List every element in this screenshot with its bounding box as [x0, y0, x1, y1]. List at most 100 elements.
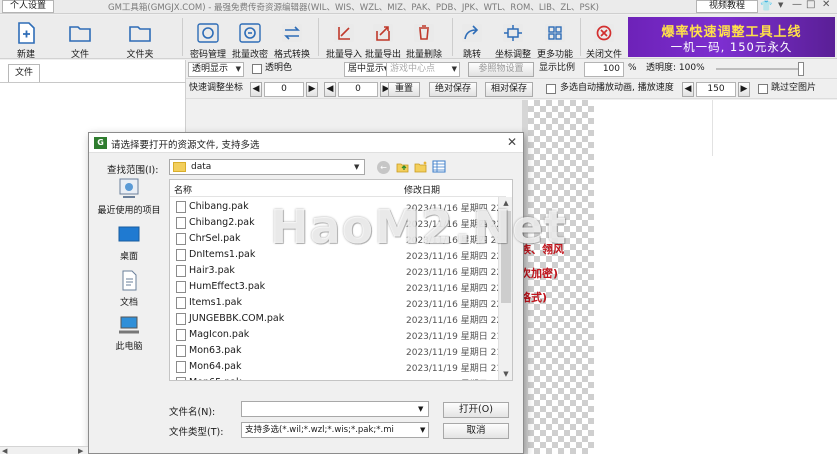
promo-banner[interactable]: 爆率快速调整工具上线 一机一码, 150元永久 — [628, 17, 835, 57]
personal-settings-button[interactable]: 个人设置 — [2, 0, 54, 13]
back-icon[interactable]: ← — [377, 161, 390, 174]
x-coord-input[interactable]: 0 — [264, 82, 304, 97]
look-in-value: data — [191, 162, 212, 172]
places-bar: 最近使用的项目 桌面 文档 此电脑 — [89, 177, 169, 397]
list-item[interactable]: Mon64.pak 2023/11/19 星期日 21 — [170, 359, 502, 375]
x-decrease-button[interactable]: ◀ — [250, 82, 262, 97]
folder-button[interactable]: 文件夹 — [118, 20, 162, 60]
close-window-button[interactable]: ✕ — [822, 0, 830, 10]
file-name: Mon65.pak — [189, 377, 242, 380]
place-this-pc-label: 此电脑 — [115, 342, 143, 352]
file-name: Chibang2.pak — [189, 217, 255, 228]
format-convert-button[interactable]: 格式转换 — [273, 20, 311, 60]
speed-increase-button[interactable]: ▶ — [738, 82, 750, 97]
coord-adjust-label: 坐标调整 — [494, 50, 531, 60]
place-documents[interactable]: 文档 — [89, 269, 169, 308]
place-this-pc[interactable]: 此电脑 — [89, 315, 169, 352]
y-coord-input[interactable]: 0 — [338, 82, 378, 97]
toolbar-divider — [318, 18, 319, 56]
file-name: Mon63.pak — [189, 345, 242, 356]
options-row-2: 快速调整坐标 ◀ 0 ▶ ◀ 0 ▶ 重置 绝对保存 相对保存 多选自动播放动画… — [186, 80, 837, 99]
absolute-save-button[interactable]: 绝对保存 — [429, 82, 477, 97]
new-folder-icon[interactable] — [414, 160, 428, 173]
batch-password-label: 批量改密 — [231, 50, 268, 60]
open-button[interactable]: 打开(O) — [443, 402, 509, 418]
reset-button[interactable]: 重置 — [388, 82, 420, 97]
dialog-close-icon[interactable]: ✕ — [507, 135, 517, 149]
cancel-button[interactable]: 取消 — [443, 423, 509, 439]
column-header-name[interactable]: 名称 — [174, 183, 192, 196]
tab-file[interactable]: 文件 — [8, 64, 40, 82]
chevron-down-icon: ▼ — [354, 163, 360, 171]
minimize-button[interactable]: — — [792, 0, 802, 10]
batch-export-button[interactable]: 批量导出 — [364, 20, 402, 60]
file-button[interactable]: 文件 — [62, 20, 98, 60]
center-display-value: 居中显示 — [348, 64, 385, 74]
close-circle-icon — [594, 24, 614, 42]
up-folder-icon[interactable] — [396, 160, 409, 173]
place-recent[interactable]: 最近使用的项目 — [89, 177, 169, 216]
center-point-select[interactable]: 游戏中心点 ▼ — [386, 62, 460, 77]
list-item[interactable]: Items1.pak 2023/11/16 星期四 22 — [170, 295, 502, 311]
column-header-date[interactable]: 修改日期 — [404, 183, 440, 196]
relative-save-button[interactable]: 相对保存 — [485, 82, 533, 97]
skip-empty-checkbox[interactable] — [758, 84, 768, 94]
speed-decrease-button[interactable]: ◀ — [682, 82, 694, 97]
skin-dropdown-icon[interactable]: ▼ — [778, 1, 783, 9]
list-item[interactable]: Mon63.pak 2023/11/19 星期日 21 — [170, 343, 503, 359]
skin-shirt-icon[interactable]: 👕 — [760, 0, 776, 13]
speed-input[interactable]: 150 — [696, 82, 736, 97]
opacity-slider-track[interactable] — [716, 68, 804, 70]
filetype-select[interactable]: 支持多选(*.wil;*.wzl;*.wis;*.pak;*.mi ▼ — [241, 422, 429, 438]
new-label: 新建 — [16, 50, 35, 60]
autoplay-checkbox[interactable] — [546, 84, 556, 94]
video-tutorial-button[interactable]: 视频教程 — [696, 0, 758, 13]
transparency-mode-select[interactable]: 透明显示 ▼ — [188, 62, 244, 77]
left-panel-scrollbar[interactable]: ◀ ▶ — [0, 446, 88, 454]
batch-delete-label: 批量删除 — [405, 50, 442, 60]
batch-export-label: 批量导出 — [364, 50, 401, 60]
toolbar-divider — [580, 18, 581, 56]
scroll-right-icon[interactable]: ▶ — [78, 447, 83, 454]
place-desktop[interactable]: 桌面 — [89, 225, 169, 262]
trash-icon — [414, 24, 434, 42]
batch-delete-button[interactable]: 批量删除 — [405, 20, 443, 60]
computer-icon — [119, 316, 139, 334]
list-item[interactable]: HumEffect3.pak 2023/11/16 星期四 22 — [170, 279, 502, 295]
transparent-color-checkbox[interactable] — [252, 64, 262, 74]
filename-label: 文件名(N): — [169, 407, 216, 418]
filename-input[interactable]: ▼ — [241, 401, 429, 417]
list-item[interactable]: Mon65.pak 2023/11/19 星期日 21 — [170, 375, 500, 380]
center-point-value: 游戏中心点 — [390, 64, 436, 74]
reference-setting-button[interactable]: 参照物设置 — [468, 62, 534, 77]
batch-password-icon — [239, 23, 261, 43]
opacity-slider-thumb[interactable] — [798, 62, 804, 76]
place-recent-label: 最近使用的项目 — [97, 206, 161, 216]
file-icon — [176, 201, 186, 213]
x-increase-button[interactable]: ▶ — [306, 82, 318, 97]
batch-password-button[interactable]: 批量改密 — [231, 20, 269, 60]
maximize-button[interactable]: □ — [806, 0, 815, 10]
password-mgmt-button[interactable]: 密码管理 — [190, 20, 226, 60]
file-date: 2023/11/19 星期日 21 — [406, 348, 503, 358]
coord-adjust-button[interactable]: 坐标调整 — [494, 20, 532, 60]
y-decrease-button[interactable]: ◀ — [324, 82, 336, 97]
scroll-down-icon[interactable]: ▼ — [499, 368, 512, 380]
jump-button[interactable]: 跳转 — [457, 20, 487, 60]
list-item[interactable]: MagIcon.pak 2023/11/19 星期日 21 — [170, 327, 502, 343]
center-display-select[interactable]: 居中显示▼ — [344, 62, 392, 77]
more-functions-button[interactable]: 更多功能 — [535, 20, 575, 60]
close-file-button[interactable]: 关闭文件 — [584, 20, 624, 60]
look-in-select[interactable]: data ▼ — [169, 159, 365, 175]
view-menu-icon[interactable] — [432, 160, 446, 173]
scroll-left-icon[interactable]: ◀ — [2, 447, 7, 454]
batch-import-button[interactable]: 批量导入 — [326, 20, 362, 60]
display-ratio-input[interactable]: 100 — [584, 62, 624, 77]
preview-area — [594, 100, 837, 454]
file-icon — [176, 329, 186, 341]
list-item[interactable]: Hair3.pak 2023/11/16 星期四 22 — [170, 263, 502, 279]
preview-divider — [712, 100, 713, 156]
list-item[interactable]: JUNGEBBK.COM.pak 2023/11/16 星期四 22 — [170, 311, 502, 327]
chevron-down-icon: ▼ — [235, 65, 241, 73]
new-button[interactable]: 新建 — [8, 20, 44, 60]
